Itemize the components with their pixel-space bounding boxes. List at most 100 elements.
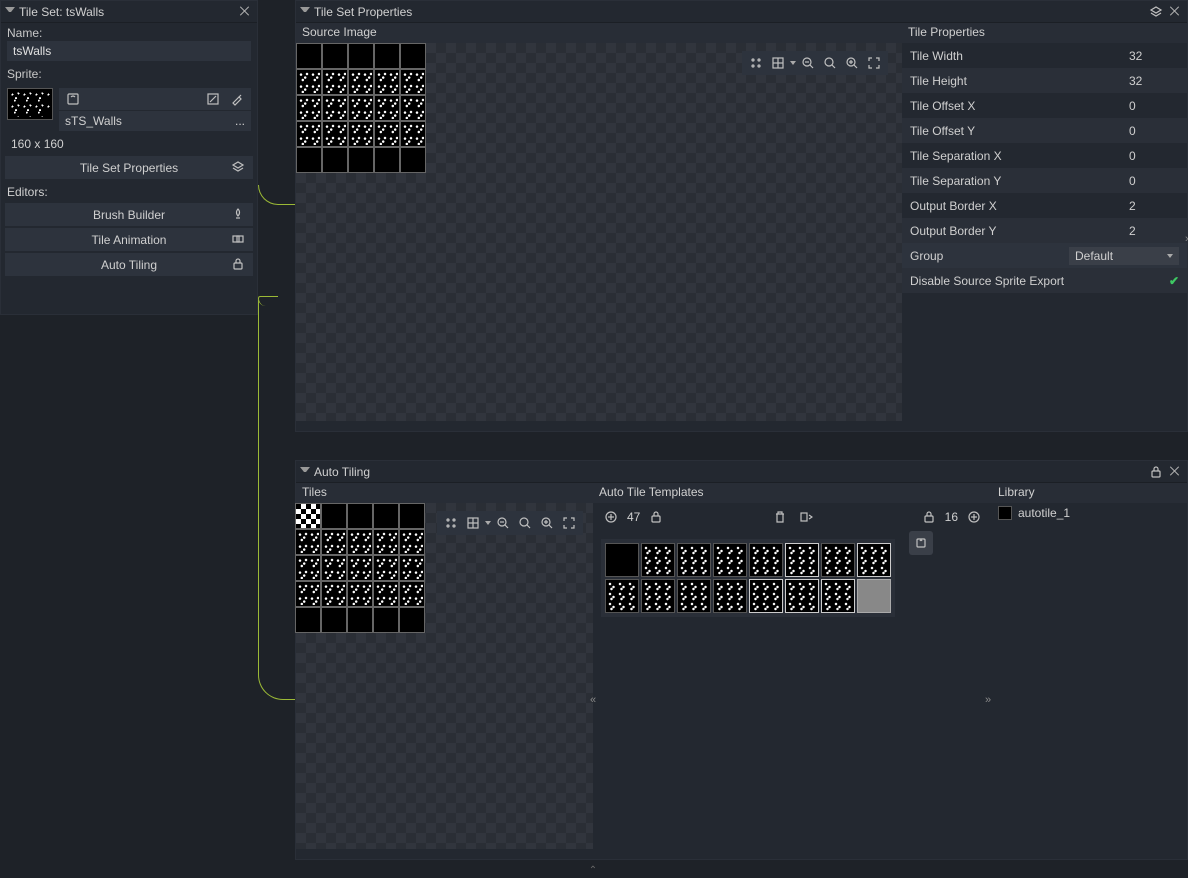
prop-row-offset-y[interactable]: Tile Offset Y0 bbox=[902, 118, 1187, 143]
grid-icon[interactable] bbox=[768, 53, 788, 73]
name-label: Name: bbox=[7, 26, 251, 40]
sprite-box: sTS_Walls ... bbox=[1, 85, 257, 134]
zoom-out-icon[interactable] bbox=[493, 513, 513, 533]
library-item[interactable]: autotile_1 bbox=[992, 503, 1187, 523]
tile-properties-label: Tile Properties bbox=[902, 23, 1187, 43]
layers-icon[interactable] bbox=[1149, 5, 1163, 19]
collapse-icon[interactable] bbox=[300, 467, 310, 477]
grid-icon[interactable] bbox=[463, 513, 483, 533]
paint-sprite-icon[interactable] bbox=[227, 89, 247, 109]
sprite-name-row: sTS_Walls ... bbox=[59, 111, 251, 131]
edit-sprite-icon[interactable] bbox=[203, 89, 223, 109]
source-image-label: Source Image bbox=[296, 23, 902, 43]
autotile-icon bbox=[231, 257, 247, 273]
name-row: Name: bbox=[1, 23, 257, 64]
auto-header: Auto Tiling bbox=[296, 461, 1187, 483]
tiles-canvas[interactable] bbox=[296, 503, 593, 849]
connector-line bbox=[258, 300, 296, 700]
add-template-icon[interactable] bbox=[601, 507, 621, 527]
template-extra-slot[interactable] bbox=[909, 531, 933, 555]
lock-icon[interactable] bbox=[919, 507, 939, 527]
chevron-down-icon bbox=[1167, 254, 1173, 258]
add-tile-icon[interactable] bbox=[964, 507, 984, 527]
prop-row-border-y[interactable]: Output Border Y2 bbox=[902, 218, 1187, 243]
drag-handle-icon[interactable] bbox=[746, 53, 766, 73]
sprite-thumbnail[interactable] bbox=[7, 88, 53, 120]
fullscreen-icon[interactable] bbox=[864, 53, 884, 73]
group-dropdown[interactable]: Default bbox=[1069, 247, 1179, 265]
sprite-dimensions: 160 x 160 bbox=[1, 134, 257, 154]
sprite-placeholder-icon[interactable] bbox=[63, 89, 83, 109]
tiles-label: Tiles bbox=[296, 483, 593, 503]
tile-animation-button[interactable]: Tile Animation bbox=[5, 228, 253, 251]
zoom-reset-icon[interactable] bbox=[515, 513, 535, 533]
template-grid[interactable] bbox=[601, 539, 895, 617]
animation-icon bbox=[231, 232, 247, 248]
library-item-label: autotile_1 bbox=[1018, 506, 1070, 520]
sprite-icon-bar bbox=[59, 88, 251, 110]
collapse-left-icon[interactable]: « bbox=[588, 690, 598, 710]
prop-row-tile-width[interactable]: Tile Width32 bbox=[902, 43, 1187, 68]
fullscreen-icon[interactable] bbox=[559, 513, 579, 533]
collapse-icon[interactable] bbox=[5, 7, 15, 17]
library-label: Library bbox=[992, 483, 1187, 503]
close-icon[interactable] bbox=[1169, 5, 1183, 19]
sprite-label: Sprite: bbox=[7, 67, 251, 81]
source-image-canvas[interactable] bbox=[296, 43, 902, 421]
sprite-more-button[interactable]: ... bbox=[235, 114, 245, 128]
prop-row-tile-height[interactable]: Tile Height32 bbox=[902, 68, 1187, 93]
editors-label: Editors: bbox=[1, 181, 257, 201]
tileset-panel: Tile Set: tsWalls Name: Sprite: sTS_Wall… bbox=[0, 0, 258, 315]
prop-row-border-x[interactable]: Output Border X2 bbox=[902, 193, 1187, 218]
zoom-in-icon[interactable] bbox=[537, 513, 557, 533]
anim-label: Tile Animation bbox=[92, 233, 167, 247]
source-tile-grid bbox=[296, 43, 426, 173]
check-icon[interactable]: ✔ bbox=[1169, 274, 1179, 288]
close-icon[interactable] bbox=[239, 5, 253, 19]
grid-dropdown-icon[interactable] bbox=[790, 61, 796, 65]
tileset-properties-button[interactable]: Tile Set Properties bbox=[5, 156, 253, 179]
props-title: Tile Set Properties bbox=[314, 5, 1143, 19]
tileset-title: Tile Set: tsWalls bbox=[19, 5, 233, 19]
auto-label: Auto Tiling bbox=[101, 258, 157, 272]
lock-icon[interactable] bbox=[646, 507, 666, 527]
collapse-right-icon[interactable]: » bbox=[983, 690, 993, 710]
canvas-toolbar bbox=[742, 51, 888, 75]
grid-dropdown-icon[interactable] bbox=[485, 521, 491, 525]
prop-row-group: Group Default bbox=[902, 243, 1187, 268]
autotile-icon[interactable] bbox=[1149, 465, 1163, 479]
layers-icon bbox=[231, 160, 247, 176]
auto-tiling-button[interactable]: Auto Tiling bbox=[5, 253, 253, 276]
zoom-out-icon[interactable] bbox=[798, 53, 818, 73]
transfer-icon[interactable] bbox=[796, 507, 816, 527]
delete-icon[interactable] bbox=[770, 507, 790, 527]
connector-line bbox=[258, 185, 296, 205]
library-swatch bbox=[998, 506, 1012, 520]
resize-grip-icon[interactable]: ⌃ bbox=[589, 865, 599, 876]
tileset-properties-panel: Tile Set Properties Source Image bbox=[295, 0, 1188, 432]
drag-handle-icon[interactable] bbox=[441, 513, 461, 533]
prop-row-disable-export[interactable]: Disable Source Sprite Export ✔ bbox=[902, 268, 1187, 293]
tiles-column: Tiles bbox=[296, 483, 593, 849]
templates-label: Auto Tile Templates bbox=[593, 483, 992, 503]
zoom-in-icon[interactable] bbox=[842, 53, 862, 73]
prop-row-sep-y[interactable]: Tile Separation Y0 bbox=[902, 168, 1187, 193]
close-icon[interactable] bbox=[1169, 465, 1183, 479]
prop-row-sep-x[interactable]: Tile Separation X0 bbox=[902, 143, 1187, 168]
tileset-panel-header: Tile Set: tsWalls bbox=[1, 1, 257, 23]
brush-builder-button[interactable]: Brush Builder bbox=[5, 203, 253, 226]
library-column: Library autotile_1 bbox=[992, 483, 1187, 849]
brush-icon bbox=[231, 207, 247, 223]
name-input[interactable] bbox=[7, 41, 251, 61]
props-header: Tile Set Properties bbox=[296, 1, 1187, 23]
tiles-grid bbox=[295, 503, 425, 633]
zoom-reset-icon[interactable] bbox=[820, 53, 840, 73]
connector-line bbox=[258, 296, 278, 306]
tiles-toolbar bbox=[437, 511, 583, 535]
tile-properties-column: Tile Properties Tile Width32 Tile Height… bbox=[902, 23, 1187, 421]
sprite-label-row: Sprite: bbox=[1, 64, 257, 85]
template-count: 47 bbox=[627, 510, 640, 524]
prop-row-offset-x[interactable]: Tile Offset X0 bbox=[902, 93, 1187, 118]
collapse-sidebar-icon[interactable]: » bbox=[1183, 229, 1188, 249]
collapse-icon[interactable] bbox=[300, 7, 310, 17]
